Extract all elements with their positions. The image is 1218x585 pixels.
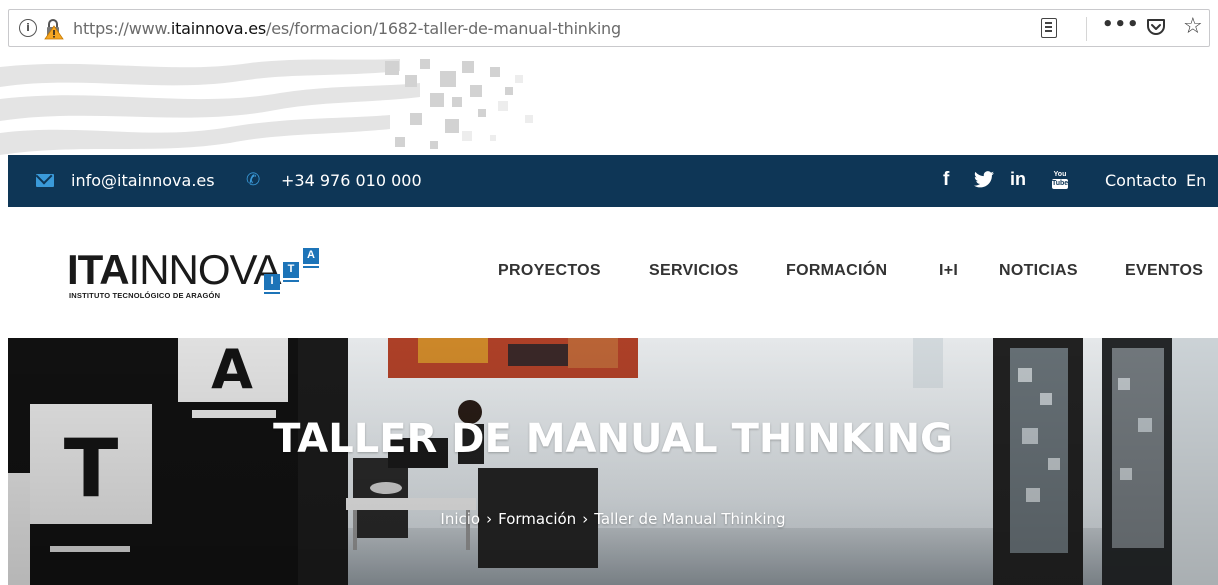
pocket-icon[interactable]: [1145, 16, 1167, 43]
nav-i-mas-i[interactable]: I+I: [939, 262, 958, 280]
url-text[interactable]: https://www.itainnova.es/es/formacion/16…: [73, 19, 621, 38]
bookmark-star-icon[interactable]: ☆: [1183, 14, 1203, 40]
nav-eventos[interactable]: EVENTOS: [1125, 262, 1203, 280]
breadcrumb-separator: ›: [486, 510, 493, 528]
email-link[interactable]: info@itainnova.es: [71, 171, 215, 190]
itainnova-logo[interactable]: ITAINNOVA INSTITUTO TECNOLÓGICO DE ARAGÓ…: [67, 248, 337, 308]
contact-link[interactable]: Contacto: [1105, 171, 1177, 190]
email-icon: [36, 174, 54, 187]
nav-servicios[interactable]: SERVICIOS: [649, 262, 739, 280]
page-title: TALLER DE MANUAL THINKING: [273, 416, 953, 462]
hero-banner: A T TALLER DE MANUAL THINKING Inicio › For…: [8, 338, 1218, 585]
header-decoration: [0, 57, 1218, 155]
more-icon[interactable]: •••: [1102, 14, 1140, 35]
url-prefix: https://www.: [73, 19, 171, 38]
phone-link[interactable]: +34 976 010 000: [281, 171, 422, 190]
youtube-icon-top: You: [1053, 171, 1067, 178]
url-path: /es/formacion/1682-taller-de-manual-thin…: [266, 19, 621, 38]
insecure-lock-icon[interactable]: [44, 18, 64, 40]
toolbar-divider: [1086, 17, 1087, 41]
info-icon[interactable]: i: [19, 19, 37, 37]
logo-wordmark: ITAINNOVA: [67, 246, 282, 293]
breadcrumb-current: Taller de Manual Thinking: [594, 510, 786, 528]
linkedin-icon[interactable]: in: [1010, 169, 1026, 190]
facebook-icon[interactable]: f: [943, 169, 949, 191]
reader-view-icon[interactable]: [1041, 18, 1057, 38]
youtube-icon[interactable]: You Tube: [1052, 171, 1068, 190]
logo-block-a: A: [303, 248, 319, 268]
breadcrumb-inicio[interactable]: Inicio: [440, 510, 480, 528]
youtube-icon-bottom: Tube: [1052, 179, 1069, 189]
logo-subtitle: INSTITUTO TECNOLÓGICO DE ARAGÓN: [69, 291, 221, 300]
logo-block-i: I: [264, 274, 280, 294]
breadcrumb: Inicio › Formación › Taller de Manual Thinki…: [8, 510, 1218, 528]
breadcrumb-formacion[interactable]: Formación: [498, 510, 576, 528]
nav-formacion[interactable]: FORMACIÓN: [786, 262, 887, 280]
twitter-icon[interactable]: [974, 171, 994, 195]
contact-bar: info@itainnova.es ✆ +34 976 010 000 f in…: [8, 155, 1218, 207]
logo-light-text: INNOVA: [128, 246, 282, 293]
logo-block-t: T: [283, 262, 299, 282]
phone-icon: ✆: [246, 170, 261, 190]
address-bar[interactable]: i https://www.itainnova.es/es/formacion/…: [8, 9, 1210, 47]
nav-noticias[interactable]: NOTICIAS: [999, 262, 1078, 280]
browser-toolbar: i https://www.itainnova.es/es/formacion/…: [0, 0, 1218, 57]
breadcrumb-separator: ›: [582, 510, 589, 528]
nav-proyectos[interactable]: PROYECTOS: [498, 262, 601, 280]
url-host: itainnova.es: [170, 19, 267, 38]
logo-bold-text: ITA: [67, 246, 130, 293]
language-link-en[interactable]: En: [1186, 171, 1206, 190]
hero-wall-letter-a: A: [211, 338, 253, 401]
page: i https://www.itainnova.es/es/formacion/…: [0, 0, 1218, 585]
main-navigation: ITAINNOVA INSTITUTO TECNOLÓGICO DE ARAGÓ…: [0, 207, 1218, 338]
